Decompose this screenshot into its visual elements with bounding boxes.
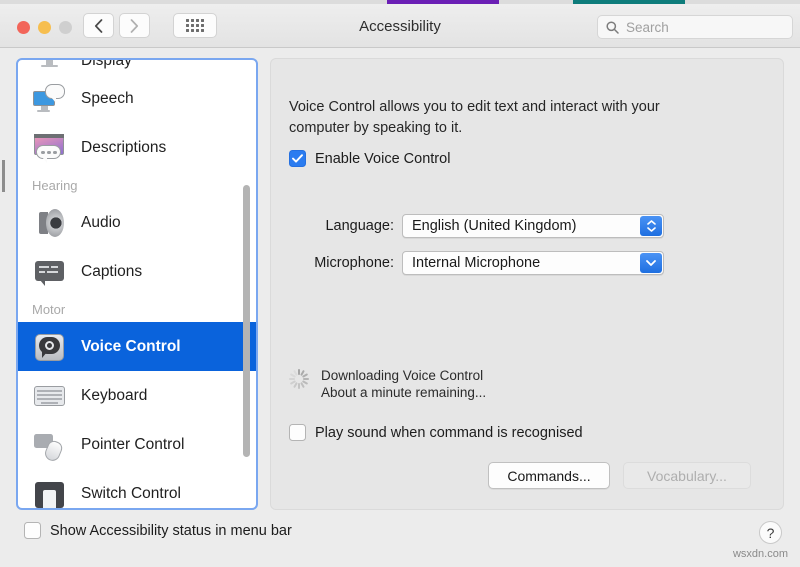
keyboard-icon: [32, 380, 67, 412]
sidebar-scrollbar[interactable]: [243, 185, 250, 457]
display-icon: [32, 60, 67, 70]
language-label: Language:: [325, 218, 394, 234]
voice-control-panel: Voice Control allows you to edit text an…: [270, 58, 784, 510]
sidebar-item-label: Audio: [81, 213, 121, 231]
speech-icon: [32, 83, 67, 115]
sidebar-item-label: Keyboard: [81, 386, 148, 404]
checkmark-icon: [292, 154, 303, 163]
sidebar-item-keyboard[interactable]: Keyboard: [18, 371, 256, 420]
play-sound-label: Play sound when command is recognised: [315, 424, 583, 441]
window-edge-artifact: [2, 160, 5, 192]
sidebar-item-switch-control[interactable]: Switch Control: [18, 469, 256, 509]
microphone-field-row: Microphone: Internal Microphone: [289, 251, 664, 275]
chevron-down-icon: [640, 253, 662, 273]
sidebar-item-captions[interactable]: Captions: [18, 247, 256, 296]
show-status-row[interactable]: Show Accessibility status in menu bar: [24, 522, 292, 539]
sidebar-item-audio[interactable]: Audio: [18, 198, 256, 247]
download-title: Downloading Voice Control: [321, 368, 484, 383]
sidebar-item-speech[interactable]: Speech: [18, 74, 256, 123]
language-value: English (United Kingdom): [412, 218, 577, 234]
sidebar-item-label: Pointer Control: [81, 435, 185, 453]
play-sound-checkbox[interactable]: [289, 424, 306, 441]
accessibility-preferences-window: Accessibility Search Display Speech Desc…: [0, 0, 800, 567]
show-status-label: Show Accessibility status in menu bar: [50, 522, 292, 539]
sidebar-item-descriptions[interactable]: Descriptions: [18, 123, 256, 172]
voice-control-icon: [32, 331, 67, 363]
window-titlebar: Accessibility Search: [0, 4, 800, 48]
microphone-label: Microphone:: [314, 255, 394, 271]
vocabulary-button-label: Vocabulary...: [647, 467, 727, 484]
spinner-icon: [289, 369, 309, 389]
search-icon: [606, 20, 619, 34]
language-field-row: Language: English (United Kingdom): [289, 214, 664, 238]
download-subtitle: About a minute remaining...: [321, 385, 487, 400]
accessibility-category-sidebar[interactable]: Display Speech Descriptions Hearing Audi…: [16, 58, 258, 510]
enable-voice-control-row[interactable]: Enable Voice Control: [289, 150, 450, 167]
language-dropdown[interactable]: English (United Kingdom): [402, 214, 664, 238]
download-text-block: Downloading Voice Control About a minute…: [321, 367, 486, 401]
enable-voice-control-checkbox[interactable]: [289, 150, 306, 167]
sidebar-item-label: Descriptions: [81, 138, 167, 156]
sidebar-item-label: Captions: [81, 262, 143, 280]
up-down-chevron-icon: [640, 216, 662, 236]
sidebar-scroll-area: Display Speech Descriptions Hearing Audi…: [18, 60, 256, 508]
microphone-dropdown[interactable]: Internal Microphone: [402, 251, 664, 275]
sidebar-group-hearing: Hearing: [32, 177, 78, 193]
audio-icon: [32, 207, 67, 239]
sidebar-item-label: Voice Control: [81, 337, 181, 355]
search-input[interactable]: Search: [597, 15, 793, 39]
captions-icon: [32, 256, 67, 288]
search-placeholder: Search: [626, 19, 669, 35]
sidebar-item-display[interactable]: Display: [18, 58, 256, 74]
switch-control-icon: [32, 478, 67, 509]
microphone-value: Internal Microphone: [412, 255, 541, 271]
help-button[interactable]: ?: [759, 521, 782, 544]
vocabulary-button[interactable]: Vocabulary...: [623, 462, 751, 489]
sidebar-item-voice-control[interactable]: Voice Control: [18, 322, 256, 371]
watermark: wsxdn.com: [732, 548, 788, 560]
sidebar-item-label: Speech: [81, 89, 134, 107]
pointer-control-icon: [32, 429, 67, 463]
commands-button-label: Commands...: [507, 467, 591, 484]
sidebar-item-pointer-control[interactable]: Pointer Control: [18, 420, 256, 469]
commands-button[interactable]: Commands...: [488, 462, 610, 489]
sidebar-item-label: Display: [81, 58, 132, 69]
descriptions-icon: [32, 132, 67, 164]
download-status: Downloading Voice Control About a minute…: [289, 367, 486, 401]
show-status-checkbox[interactable]: [24, 522, 41, 539]
sidebar-item-label: Switch Control: [81, 484, 181, 502]
enable-voice-control-label: Enable Voice Control: [315, 150, 451, 167]
play-sound-row[interactable]: Play sound when command is recognised: [289, 424, 583, 441]
panel-description: Voice Control allows you to edit text an…: [289, 99, 660, 136]
sidebar-group-motor: Motor: [32, 301, 66, 317]
